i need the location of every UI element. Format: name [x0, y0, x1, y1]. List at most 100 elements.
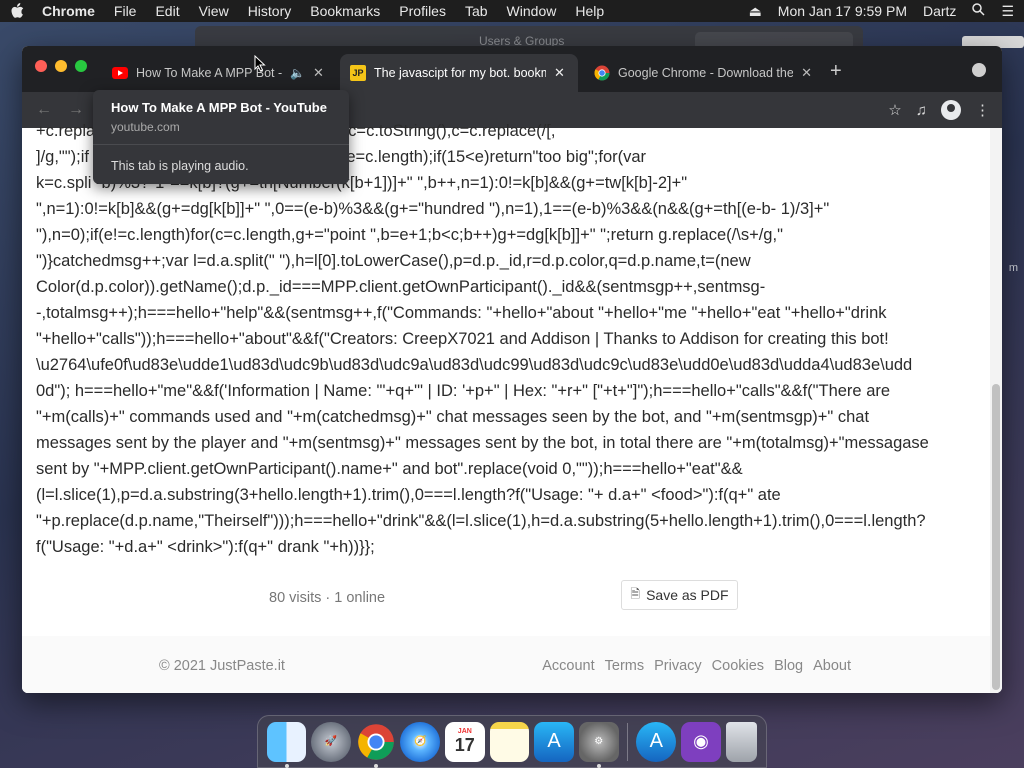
pdf-file-icon: 🗎 — [630, 586, 641, 601]
tab-label: Google Chrome - Download the Fast, Secur… — [618, 66, 794, 80]
footer-link-privacy[interactable]: Privacy — [654, 658, 702, 674]
code-line: "+hello+"calls"));h===hello+"about"&&f("… — [36, 330, 889, 348]
minimize-window-button[interactable] — [55, 60, 67, 72]
footer-link-account[interactable]: Account — [542, 658, 594, 674]
close-tab-icon[interactable]: ✕ — [554, 65, 565, 81]
calendar-day: 17 — [454, 734, 475, 755]
hover-card-audio-note: This tab is playing audio. — [111, 159, 249, 173]
notification-center-icon[interactable]: ☰ — [1001, 3, 1014, 20]
menu-window[interactable]: Window — [507, 3, 557, 19]
chrome-icon — [594, 65, 610, 81]
code-line: f("Usage: "+d.a+" <drink>"):f(q+" drank … — [36, 538, 375, 556]
dock-separator — [627, 722, 628, 761]
justpaste-icon: JP — [350, 65, 366, 81]
visit-stats: 80 visits · 1 online — [269, 590, 386, 606]
menu-history[interactable]: History — [248, 3, 292, 19]
close-tab-icon[interactable]: ✕ — [313, 65, 324, 81]
safari-icon[interactable]: 🧭 — [400, 721, 440, 762]
footer-links: Account Terms Privacy Cookies Blog About — [532, 658, 851, 674]
hover-card-title: How To Make A MPP Bot - YouTube — [111, 100, 327, 115]
running-indicator — [373, 763, 378, 768]
system-preferences-icon[interactable]: ⚙ — [578, 721, 619, 768]
calendar-icon[interactable]: JAN 17 — [445, 721, 485, 762]
menu-help[interactable]: Help — [575, 3, 604, 19]
app-store-icon[interactable]: A — [534, 721, 574, 762]
forward-arrow-icon[interactable]: → — [68, 101, 84, 119]
clock[interactable]: Mon Jan 17 9:59 PM — [778, 3, 907, 19]
chrome-icon[interactable] — [356, 722, 396, 768]
paste-code-text: +c.repla msgp+",sentmsg++}function m(c){… — [36, 118, 971, 560]
code-line: ")}catchedmsg++;var l=d.a.split(" "),h=l… — [36, 252, 751, 270]
notes-icon[interactable] — [489, 721, 530, 762]
code-line: \u2764\ufe0f\ud83e\udde1\ud83d\udc9b\ud8… — [36, 356, 913, 374]
hover-card-divider — [93, 144, 349, 145]
hover-card-url: youtube.com — [111, 120, 180, 134]
scrollbar[interactable] — [990, 128, 1002, 693]
code-line: sent by "+MPP.client.getOwnParticipant()… — [36, 460, 743, 478]
launchpad-icon[interactable]: 🚀 — [311, 721, 351, 762]
tab-search-icon[interactable] — [972, 63, 986, 77]
tab-youtube[interactable]: How To Make A MPP Bot - YouTube 🔈 ✕ — [102, 54, 340, 92]
eject-icon[interactable]: ⏏ — [749, 3, 762, 20]
chrome-menu-icon[interactable]: ⋮ — [975, 101, 990, 119]
menu-view[interactable]: View — [199, 3, 229, 19]
page-footer: © 2021 JustPaste.it Account Terms Privac… — [22, 636, 990, 693]
footer-link-about[interactable]: About — [813, 658, 851, 674]
new-tab-button[interactable]: + — [830, 60, 842, 83]
audio-playing-icon[interactable]: 🔈 — [290, 66, 305, 80]
menu-bar: Chrome File Edit View History Bookmarks … — [0, 0, 1024, 22]
close-window-button[interactable] — [35, 60, 47, 72]
media-control-icon[interactable]: ♫ — [916, 102, 927, 119]
copyright-text: © 2021 JustPaste.it — [159, 658, 285, 674]
tab-google-chrome[interactable]: Google Chrome - Download the Fast, Secur… — [584, 54, 822, 92]
footer-link-terms[interactable]: Terms — [605, 658, 644, 674]
youtube-icon — [112, 65, 128, 81]
menu-app-name[interactable]: Chrome — [42, 3, 95, 19]
mouse-cursor-icon — [254, 55, 266, 72]
close-tab-icon[interactable]: ✕ — [801, 65, 812, 81]
code-line: ",n=1):0!=k[b]&&(g+=dg[k[b]]+" ",0==(e-b… — [36, 200, 830, 218]
app-store-folder-icon[interactable]: A — [636, 721, 677, 762]
finder-icon[interactable] — [266, 721, 307, 768]
running-indicator — [596, 763, 601, 768]
back-arrow-icon[interactable]: ← — [36, 101, 52, 119]
github-desktop-icon[interactable]: ◉ — [681, 721, 721, 762]
code-line: (l=l.slice(1),p=d.a.substring(3+hello.le… — [36, 486, 781, 504]
running-indicator — [284, 763, 289, 768]
desktop-edge-text: m — [1008, 262, 1018, 274]
save-as-pdf-button[interactable]: 🗎 Save as PDF — [621, 580, 738, 610]
tab-strip: How To Make A MPP Bot - YouTube 🔈 ✕ JP T… — [22, 46, 1002, 92]
menu-bar-status: ⏏ Mon Jan 17 9:59 PM Dartz ☰ — [733, 3, 1014, 20]
tab-hover-card: How To Make A MPP Bot - YouTube youtube.… — [93, 90, 349, 184]
profile-avatar-icon[interactable] — [941, 100, 961, 120]
save-as-pdf-label: Save as PDF — [646, 587, 729, 603]
dock: 🚀 🧭 JAN 17 A ⚙ A ◉ — [257, 715, 767, 768]
page-content: +c.repla msgp+",sentmsg++}function m(c){… — [22, 122, 1002, 693]
code-line: -,totalmsg++);h===hello+"help"&&(sentmsg… — [36, 304, 887, 322]
code-line: messages sent by the player and "+m(sent… — [36, 434, 929, 452]
calendar-month: JAN — [457, 727, 472, 735]
footer-link-cookies[interactable]: Cookies — [712, 658, 764, 674]
menu-tab[interactable]: Tab — [465, 3, 488, 19]
apple-menu-icon[interactable] — [10, 3, 26, 19]
trash-icon[interactable] — [725, 721, 758, 762]
bookmark-star-icon[interactable]: ☆ — [888, 101, 901, 119]
code-line: 0d"); h===hello+"me"&&f('Information | N… — [36, 382, 891, 400]
user-name[interactable]: Dartz — [923, 3, 956, 19]
tab-justpaste[interactable]: JP The javascipt for my bot. bookmarklet… — [340, 54, 578, 92]
menu-profiles[interactable]: Profiles — [399, 3, 446, 19]
menu-file[interactable]: File — [114, 3, 137, 19]
footer-link-blog[interactable]: Blog — [774, 658, 803, 674]
menu-edit[interactable]: Edit — [155, 3, 179, 19]
fullscreen-window-button[interactable] — [75, 60, 87, 72]
toolbar-actions: ☆ ♫ ⋮ — [874, 100, 990, 120]
menu-bookmarks[interactable]: Bookmarks — [310, 3, 380, 19]
scrollbar-thumb[interactable] — [992, 384, 1000, 690]
code-line: "+p.replace(d.p.name,"Theirself")));h===… — [36, 512, 926, 530]
window-controls — [35, 60, 95, 72]
code-line: "+m(calls)+" commands used and "+m(catch… — [36, 408, 870, 426]
code-line: "),n=0);if(e!=c.length)for(c=c.length,g+… — [36, 226, 783, 244]
spotlight-search-icon[interactable] — [972, 3, 985, 19]
code-line: Color(d.p.color)).getName();d.p._id===MP… — [36, 278, 766, 296]
tab-label: The javascipt for my bot. bookmarklet — [374, 66, 546, 80]
